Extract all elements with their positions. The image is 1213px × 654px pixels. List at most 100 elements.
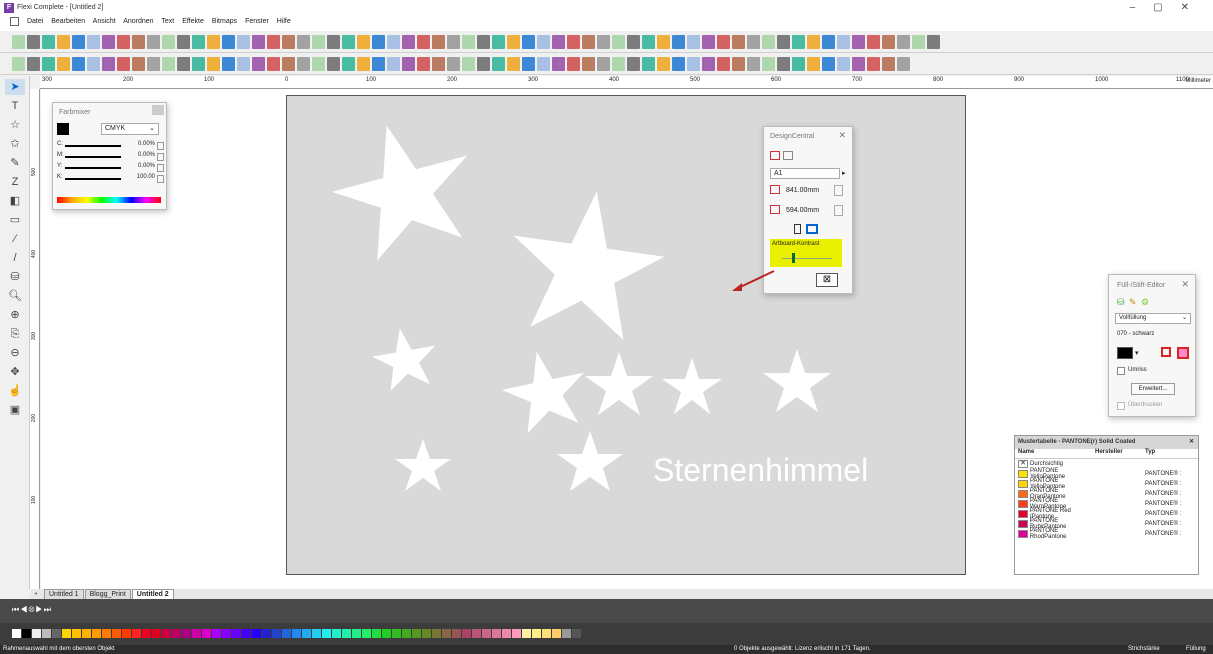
palette-color-swatch[interactable] (372, 629, 381, 638)
toolbar-tool-icon[interactable] (297, 57, 310, 71)
toolbar-tool-icon[interactable] (552, 35, 565, 49)
window-controls[interactable]: –▢✕ (1130, 2, 1207, 13)
palette-color-swatch[interactable] (532, 629, 541, 638)
swap-color-icon[interactable] (1161, 347, 1171, 357)
menu-bearbeiten[interactable]: Bearbeiten (51, 18, 85, 25)
palette-color-swatch[interactable] (142, 629, 151, 638)
toolbar-tool-icon[interactable] (837, 57, 850, 71)
palette-color-swatch[interactable] (182, 629, 191, 638)
tab-document[interactable]: Blogg_Print (84, 589, 131, 599)
palette-color-swatch[interactable] (572, 629, 581, 638)
toolbar-tool-icon[interactable] (522, 35, 535, 49)
toolbar-tool-icon[interactable] (432, 57, 445, 71)
fill-tool-icon[interactable]: ◧ (5, 193, 25, 209)
toolbar-tool-icon[interactable] (237, 35, 250, 49)
channel-spinner[interactable] (157, 175, 164, 183)
fill-type-select[interactable]: Vollfüllung ⌄ (1115, 313, 1191, 324)
toolbar-tool-icon[interactable] (537, 35, 550, 49)
palette-color-swatch[interactable] (522, 629, 531, 638)
toolbar-tool-icon[interactable] (687, 35, 700, 49)
star-shape[interactable] (319, 107, 487, 267)
palette-color-swatch[interactable] (162, 629, 171, 638)
toolbar-tool-icon[interactable] (702, 35, 715, 49)
channel-value[interactable]: 0.00% (127, 163, 155, 169)
close-icon[interactable]: ✕ (1181, 279, 1189, 290)
toolbar-tool-icon[interactable] (87, 57, 100, 71)
gear-icon[interactable]: ⚙ (1141, 297, 1149, 308)
toolbar-tool-icon[interactable] (177, 35, 190, 49)
palette-color-swatch[interactable] (212, 629, 221, 638)
envelope-icon[interactable]: ⊠ (816, 273, 838, 287)
palette-color-swatch[interactable] (332, 629, 341, 638)
overprint-checkbox[interactable] (1117, 402, 1125, 410)
swatch-row[interactable]: PANTONE RhodPantone PANTONE® : (1015, 528, 1198, 540)
toolbar-tool-icon[interactable] (207, 35, 220, 49)
toolbar-tool-icon[interactable] (42, 57, 55, 71)
toolbar-tool-icon[interactable] (312, 57, 325, 71)
toolbar-tool-icon[interactable] (762, 35, 775, 49)
page-setup-icon[interactable] (770, 151, 780, 160)
toolbar-tool-icon[interactable] (72, 35, 85, 49)
toolbar-tool-icon[interactable] (327, 35, 340, 49)
toolbar-tool-icon[interactable] (822, 57, 835, 71)
palette-color-swatch[interactable] (392, 629, 401, 638)
palette-color-swatch[interactable] (172, 629, 181, 638)
palette-color-swatch[interactable] (112, 629, 121, 638)
toolbar-tool-icon[interactable] (192, 35, 205, 49)
toolbar-tool-icon[interactable] (372, 35, 385, 49)
toolbar-tool-icon[interactable] (462, 35, 475, 49)
color-picker-icon[interactable] (1177, 347, 1189, 359)
toolbar-tool-icon[interactable] (537, 57, 550, 71)
palette-color-swatch[interactable] (272, 629, 281, 638)
zoom-out-icon[interactable]: ⊖ (5, 345, 25, 361)
brush-icon[interactable]: / (5, 250, 25, 266)
toolbar-tool-icon[interactable] (282, 57, 295, 71)
toolbar-tool-icon[interactable] (552, 57, 565, 71)
palette-color-swatch[interactable] (62, 629, 71, 638)
star-shape[interactable] (662, 358, 722, 414)
palette-color-swatch[interactable] (122, 629, 131, 638)
landscape-icon[interactable] (806, 224, 818, 234)
palette-nav-icons[interactable]: ⏮◀⊗▶⏭ (12, 605, 52, 615)
toolbar-tool-icon[interactable] (792, 57, 805, 71)
toolbar-tool-icon[interactable] (657, 35, 670, 49)
palette-color-swatch[interactable] (12, 629, 21, 638)
toolbar-tool-icon[interactable] (492, 35, 505, 49)
toolbar-tool-icon[interactable] (12, 57, 25, 71)
palette-color-swatch[interactable] (472, 629, 481, 638)
palette-color-swatch[interactable] (242, 629, 251, 638)
palette-color-swatch[interactable] (22, 629, 31, 638)
palette-color-swatch[interactable] (82, 629, 91, 638)
palette-color-swatch[interactable] (362, 629, 371, 638)
eyedropper-icon[interactable]: ⁄ (5, 231, 25, 247)
tab-document[interactable]: Untitled 2 (131, 589, 174, 599)
fill-color-swatch[interactable] (1117, 347, 1133, 359)
toolbar-tool-icon[interactable] (762, 57, 775, 71)
channel-slider[interactable] (65, 145, 121, 147)
toolbar-tool-icon[interactable] (432, 35, 445, 49)
channel-spinner[interactable] (157, 153, 164, 161)
star-shape[interactable] (557, 431, 623, 491)
toolbar-tool-icon[interactable] (582, 35, 595, 49)
fill-bucket-icon[interactable]: ⛁ (1117, 297, 1125, 308)
toolbar-tool-icon[interactable] (102, 57, 115, 71)
bucket-icon[interactable]: ⛁ (5, 269, 25, 285)
palette-color-swatch[interactable] (352, 629, 361, 638)
height-input[interactable]: 594.00mm (786, 205, 832, 216)
width-spinner[interactable] (834, 185, 843, 196)
text-tool-icon[interactable]: T (5, 98, 25, 114)
toolbar-tool-icon[interactable] (717, 35, 730, 49)
toolbar-tool-icon[interactable] (687, 57, 700, 71)
toolbar-tool-icon[interactable] (132, 57, 145, 71)
toolbar-tool-icon[interactable] (147, 35, 160, 49)
palette-color-swatch[interactable] (32, 629, 41, 638)
toolbar-tool-icon[interactable] (72, 57, 85, 71)
toolbar-tool-icon[interactable] (87, 35, 100, 49)
tab-scroll-left-icon[interactable]: ◂ (34, 590, 37, 597)
palette-color-swatch[interactable] (232, 629, 241, 638)
star-shape[interactable] (585, 352, 653, 415)
column-maker[interactable]: Hersteller (1095, 449, 1145, 458)
toolbar-tool-icon[interactable] (267, 57, 280, 71)
height-spinner[interactable] (834, 205, 843, 216)
palette-color-swatch[interactable] (102, 629, 111, 638)
